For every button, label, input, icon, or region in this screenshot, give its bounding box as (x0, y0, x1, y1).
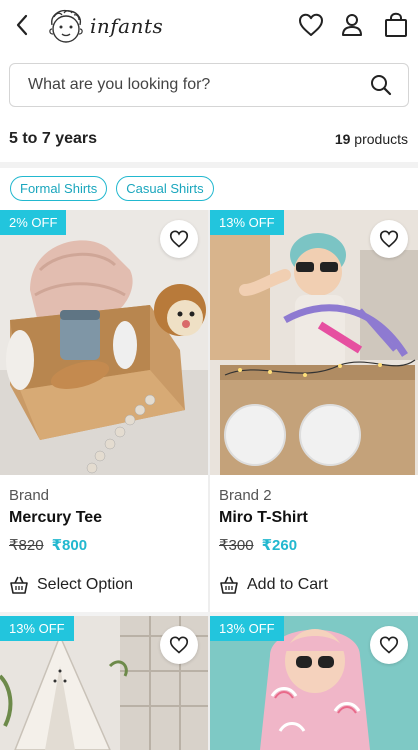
product-count-suffix: products (350, 131, 408, 147)
sale-price: ₹800 (51, 537, 88, 554)
age-filter-title: 5 to 7 years (9, 130, 98, 147)
product-prices: ₹820 ₹800 (9, 536, 87, 554)
product-card[interactable]: 13% OFF (0, 616, 208, 750)
user-icon (342, 14, 362, 36)
basket-icon (10, 576, 28, 594)
shopping-bag-icon (385, 12, 407, 37)
heart-icon (299, 13, 323, 36)
account-button[interactable] (337, 10, 367, 40)
product-count-number: 19 (334, 131, 351, 147)
select-option-button[interactable]: Select Option (9, 575, 133, 595)
product-card[interactable]: 13% OFF (210, 616, 418, 750)
product-brand: Brand 2 (219, 487, 272, 504)
original-price: ₹820 (9, 537, 44, 554)
product-brand: Brand (9, 487, 50, 504)
search-icon[interactable] (370, 74, 392, 96)
results-bar: 5 to 7 years 19 products (0, 120, 418, 162)
heart-icon (379, 230, 399, 248)
product-prices: ₹300 ₹260 (219, 536, 297, 554)
add-to-wishlist-button[interactable] (160, 220, 198, 258)
chip-casual-shirts[interactable]: Casual Shirts (116, 176, 214, 201)
heart-icon (169, 636, 189, 654)
sale-price: ₹260 (261, 537, 298, 554)
discount-badge: 13% OFF (0, 616, 74, 641)
add-to-cart-button[interactable]: Add to Cart (219, 575, 328, 595)
product-card[interactable]: 13% OFF Brand 2 Miro T-Shirt ₹300 ₹260 A… (210, 210, 418, 612)
product-count: 19 products (335, 131, 408, 147)
back-button[interactable] (10, 10, 34, 40)
add-to-cart-label: Add to Cart (247, 576, 328, 593)
basket-icon (220, 576, 238, 594)
brand-logo[interactable]: infants (46, 7, 166, 45)
original-price: ₹300 (219, 537, 254, 554)
cart-button[interactable] (381, 10, 411, 40)
heart-icon (379, 636, 399, 654)
search-input[interactable] (28, 76, 370, 94)
app-header: infants (0, 0, 418, 52)
search-bar[interactable] (9, 63, 409, 107)
filter-chips: Formal Shirts Casual Shirts (10, 176, 214, 201)
add-to-wishlist-button[interactable] (370, 220, 408, 258)
logo-text: infants (90, 14, 164, 38)
chip-formal-shirts[interactable]: Formal Shirts (10, 176, 108, 201)
product-name[interactable]: Miro T-Shirt (219, 509, 308, 527)
discount-badge: 13% OFF (210, 616, 284, 641)
discount-badge: 13% OFF (210, 210, 284, 235)
chevron-left-icon (16, 14, 28, 36)
logo-face-icon (49, 9, 83, 43)
discount-badge: 2% OFF (0, 210, 67, 235)
wishlist-button[interactable] (296, 10, 326, 40)
add-to-wishlist-button[interactable] (160, 626, 198, 664)
section-divider (0, 162, 418, 168)
select-option-label: Select Option (37, 576, 134, 593)
add-to-wishlist-button[interactable] (370, 626, 408, 664)
product-card[interactable]: 2% OFF Brand Mercury Tee ₹820 ₹800 Selec… (0, 210, 208, 612)
product-name[interactable]: Mercury Tee (9, 509, 102, 527)
heart-icon (169, 230, 189, 248)
